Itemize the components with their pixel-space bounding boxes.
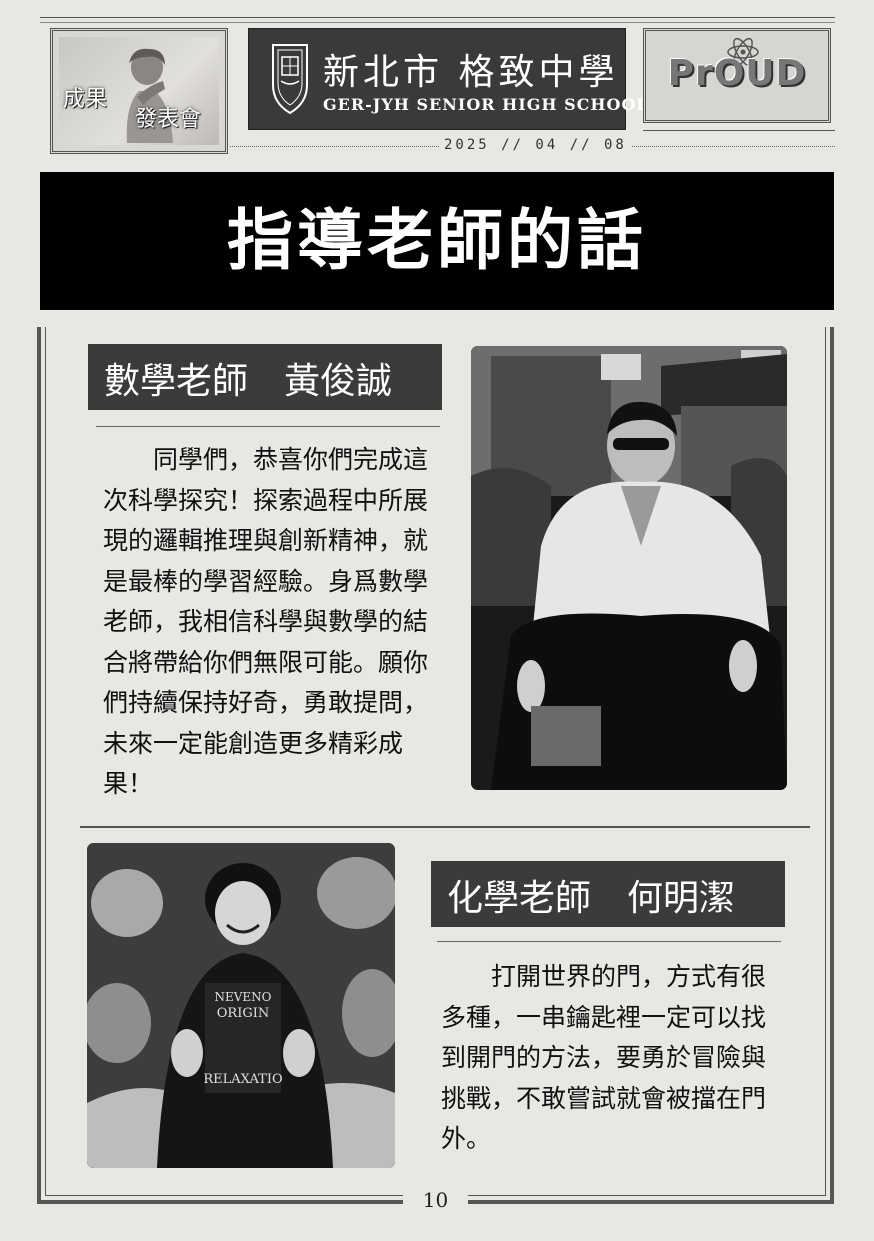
teacher-message-math: 同學們，恭喜你們完成這次科學探究！探索過程中所展現的邏輯推理與創新精神，就是最棒… bbox=[103, 445, 429, 798]
school-logo-block: 新北市 格致中學 GER-JYH SENIOR HIGH SCHOOL bbox=[248, 28, 648, 130]
page-number: 10 bbox=[422, 1188, 449, 1212]
teacher-name-chemistry: 化學老師 何明潔 bbox=[431, 861, 785, 927]
name-underline bbox=[96, 426, 440, 427]
badge-label-line2: 發表會 bbox=[135, 107, 202, 132]
shirt-text-line3: RELAXATIO bbox=[203, 1072, 282, 1087]
math-teacher-photo bbox=[471, 346, 787, 790]
header-rule-thin bbox=[40, 22, 835, 23]
math-teacher-photo-image bbox=[471, 346, 787, 790]
proud-logo-box: PrOUD bbox=[643, 28, 831, 123]
frame-border-left-inner bbox=[45, 327, 46, 1196]
frame-border-bottom-right-inner bbox=[468, 1195, 826, 1196]
event-badge-background: 成果 發表會 bbox=[59, 37, 219, 145]
school-name-chinese: 新北市 格致中學 bbox=[323, 52, 619, 93]
page-title: 指導老師的話 bbox=[227, 202, 647, 279]
school-name-english: GER-JYH SENIOR HIGH SCHOOL bbox=[323, 95, 649, 114]
shirt-text-line2: ORIGIN bbox=[217, 1006, 269, 1021]
frame-border-bottom-right bbox=[468, 1200, 834, 1204]
chemistry-teacher-photo-image: NEVENO ORIGIN RELAXATIO bbox=[87, 843, 395, 1168]
frame-border-right bbox=[830, 327, 834, 1204]
school-crest-icon bbox=[272, 44, 308, 115]
frame-border-right-inner bbox=[825, 327, 826, 1196]
section-divider bbox=[80, 826, 810, 828]
frame-border-bottom-left-inner bbox=[45, 1195, 403, 1196]
name-underline bbox=[437, 941, 781, 942]
event-badge: 成果 發表會 bbox=[50, 28, 228, 154]
proud-logo-text: PrOUD bbox=[667, 53, 807, 94]
frame-border-left bbox=[37, 327, 41, 1204]
page-title-banner: 指導老師的話 bbox=[40, 172, 834, 310]
badge-label-line1: 成果 bbox=[63, 87, 108, 112]
frame-border-bottom-left bbox=[37, 1200, 403, 1204]
teacher-message-chemistry: 打開世界的門，方式有很多種，一串鑰匙裡一定可以找到開門的方法，要勇於冒險與挑戰，… bbox=[441, 962, 767, 1153]
issue-date: 2025 // 04 // 08 bbox=[440, 137, 631, 153]
teacher-name-math: 數學老師 黃俊誠 bbox=[88, 344, 442, 410]
shirt-text-line1: NEVENO bbox=[214, 990, 271, 1004]
header-rule-right bbox=[643, 130, 835, 131]
header-rule bbox=[40, 17, 835, 18]
chemistry-teacher-photo: NEVENO ORIGIN RELAXATIO bbox=[87, 843, 395, 1168]
